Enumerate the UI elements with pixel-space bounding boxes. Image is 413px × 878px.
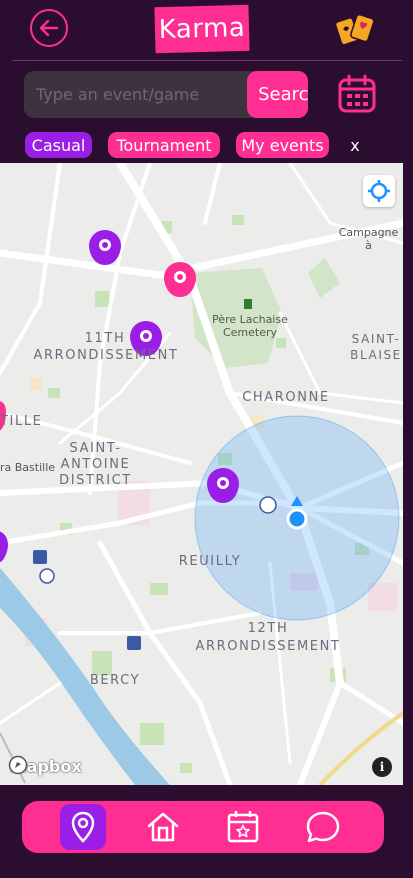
- back-button[interactable]: [30, 9, 68, 47]
- map-info-button[interactable]: i: [372, 757, 392, 777]
- nav-home-button[interactable]: [140, 804, 186, 850]
- search-button[interactable]: Search: [247, 71, 308, 118]
- bottom-navigation: [22, 801, 384, 853]
- arrow-left-icon: [39, 19, 59, 37]
- app-logo: Karma: [154, 4, 250, 54]
- map-label-12th: 12TH: [247, 621, 289, 636]
- map-view[interactable]: Campagne à Père Lachaise Cemetery SAINT-…: [0, 163, 403, 785]
- map-label-arrondissement-12: ARRONDISSEMENT: [195, 639, 341, 654]
- event-marker-casual[interactable]: [89, 230, 121, 265]
- map-label-charonne: CHARONNE: [242, 390, 330, 405]
- event-marker-edge-purple[interactable]: [0, 531, 8, 563]
- search-bar: Search: [24, 71, 308, 118]
- map-label-reuilly: REUILLY: [178, 554, 242, 569]
- user-location-dot: [286, 508, 308, 530]
- calendar-star-icon: [227, 811, 259, 843]
- chat-bubble-icon: [306, 811, 340, 843]
- calendar-icon: [338, 74, 376, 113]
- map-label-campagne: Campagne à: [338, 226, 399, 252]
- map-pin-icon: [71, 811, 95, 843]
- map-label-tille: TILLE: [0, 414, 43, 429]
- calendar-button[interactable]: [336, 73, 378, 115]
- map-label-saint-antoine: SAINT- ANTOINE DISTRICT: [59, 441, 132, 488]
- map-label-bercy: BERCY: [89, 673, 141, 688]
- crosshair-icon: [368, 180, 390, 202]
- home-icon: [147, 812, 179, 842]
- mapbox-icon: [8, 755, 28, 775]
- playing-cards-icon[interactable]: [334, 13, 376, 46]
- filter-chip-my-events[interactable]: My events: [236, 132, 329, 158]
- locate-me-button[interactable]: [363, 175, 395, 207]
- map-label-11th: 11TH: [84, 331, 126, 346]
- nav-map-button[interactable]: [60, 804, 106, 850]
- nav-chat-button[interactable]: [300, 804, 346, 850]
- search-input[interactable]: [24, 71, 223, 118]
- mapbox-logo[interactable]: mapbox: [8, 755, 82, 777]
- map-label-arrondissement-11: ARRONDISSEMENT: [33, 348, 179, 363]
- logo-text: Karma: [158, 12, 246, 46]
- map-label-pere-lachaise: Père Lachaise Cemetery: [212, 313, 288, 339]
- filter-chip-casual[interactable]: Casual: [25, 132, 92, 158]
- map-label-saint-blaise: SAINT- BLAISE: [350, 332, 402, 362]
- app-frame: Karma Search: [0, 0, 413, 878]
- nav-events-button[interactable]: [220, 804, 266, 850]
- clear-filters-button[interactable]: x: [347, 135, 363, 155]
- map-label-bastille: ra Bastille: [0, 461, 56, 474]
- filter-chip-tournament[interactable]: Tournament: [108, 132, 220, 158]
- header-divider: [12, 60, 402, 61]
